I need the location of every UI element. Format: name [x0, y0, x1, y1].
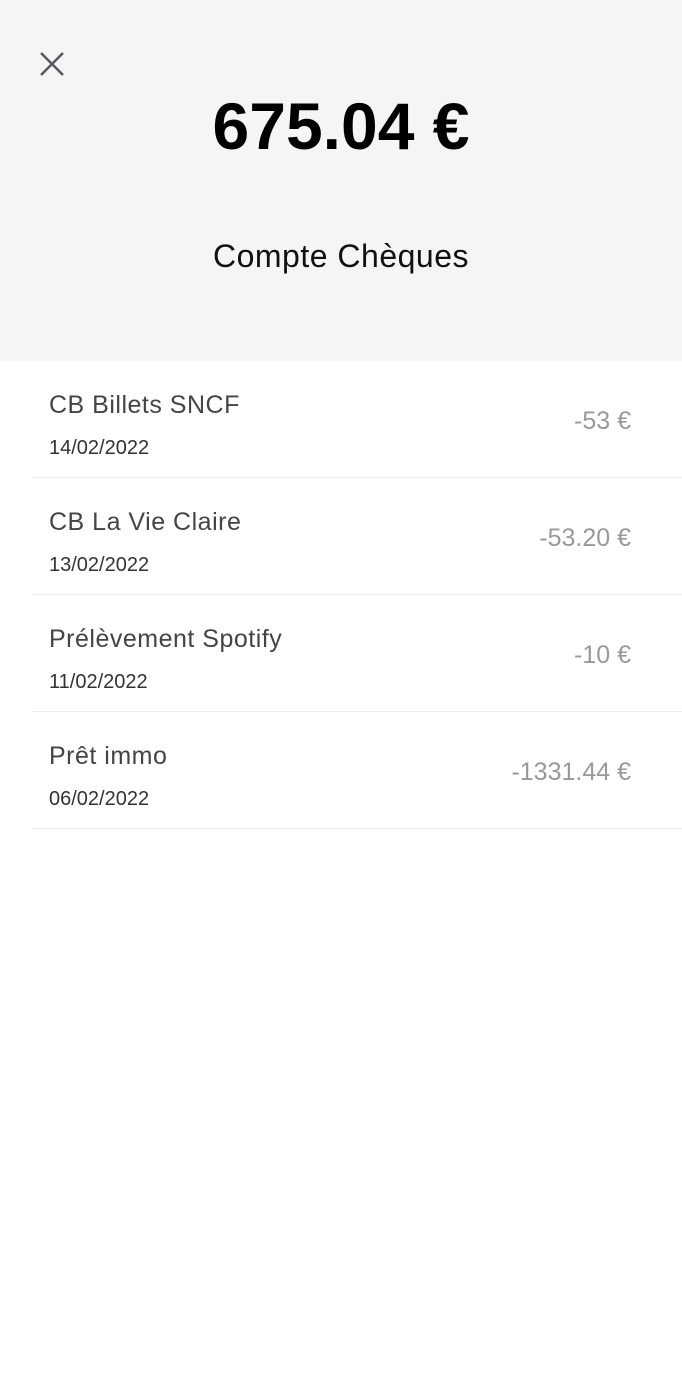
- transaction-amount: -10 €: [574, 641, 631, 669]
- transaction-list: CB Billets SNCF 14/02/2022 -53 € CB La V…: [0, 361, 682, 829]
- account-balance: 675.04 €: [212, 89, 470, 163]
- close-icon[interactable]: [38, 50, 66, 78]
- transaction-row[interactable]: CB Billets SNCF 14/02/2022 -53 €: [32, 361, 682, 478]
- transaction-label: Prêt immo: [49, 742, 168, 770]
- transaction-date: 11/02/2022: [49, 671, 148, 693]
- transaction-amount: -1331.44 €: [511, 758, 631, 786]
- transaction-label: CB La Vie Claire: [49, 508, 242, 536]
- transaction-amount: -53 €: [574, 407, 631, 435]
- transaction-date: 14/02/2022: [49, 437, 150, 459]
- transaction-date: 06/02/2022: [49, 788, 150, 810]
- transaction-label: Prélèvement Spotify: [49, 625, 283, 653]
- account-header: 675.04 € Compte Chèques: [0, 0, 682, 361]
- transaction-row[interactable]: Prélèvement Spotify 11/02/2022 -10 €: [32, 595, 682, 712]
- account-name: Compte Chèques: [212, 238, 470, 274]
- transaction-amount: -53.20 €: [539, 524, 631, 552]
- transaction-row[interactable]: CB La Vie Claire 13/02/2022 -53.20 €: [32, 478, 682, 595]
- transaction-row[interactable]: Prêt immo 06/02/2022 -1331.44 €: [32, 712, 682, 829]
- transaction-label: CB Billets SNCF: [49, 391, 240, 419]
- transaction-date: 13/02/2022: [49, 554, 150, 576]
